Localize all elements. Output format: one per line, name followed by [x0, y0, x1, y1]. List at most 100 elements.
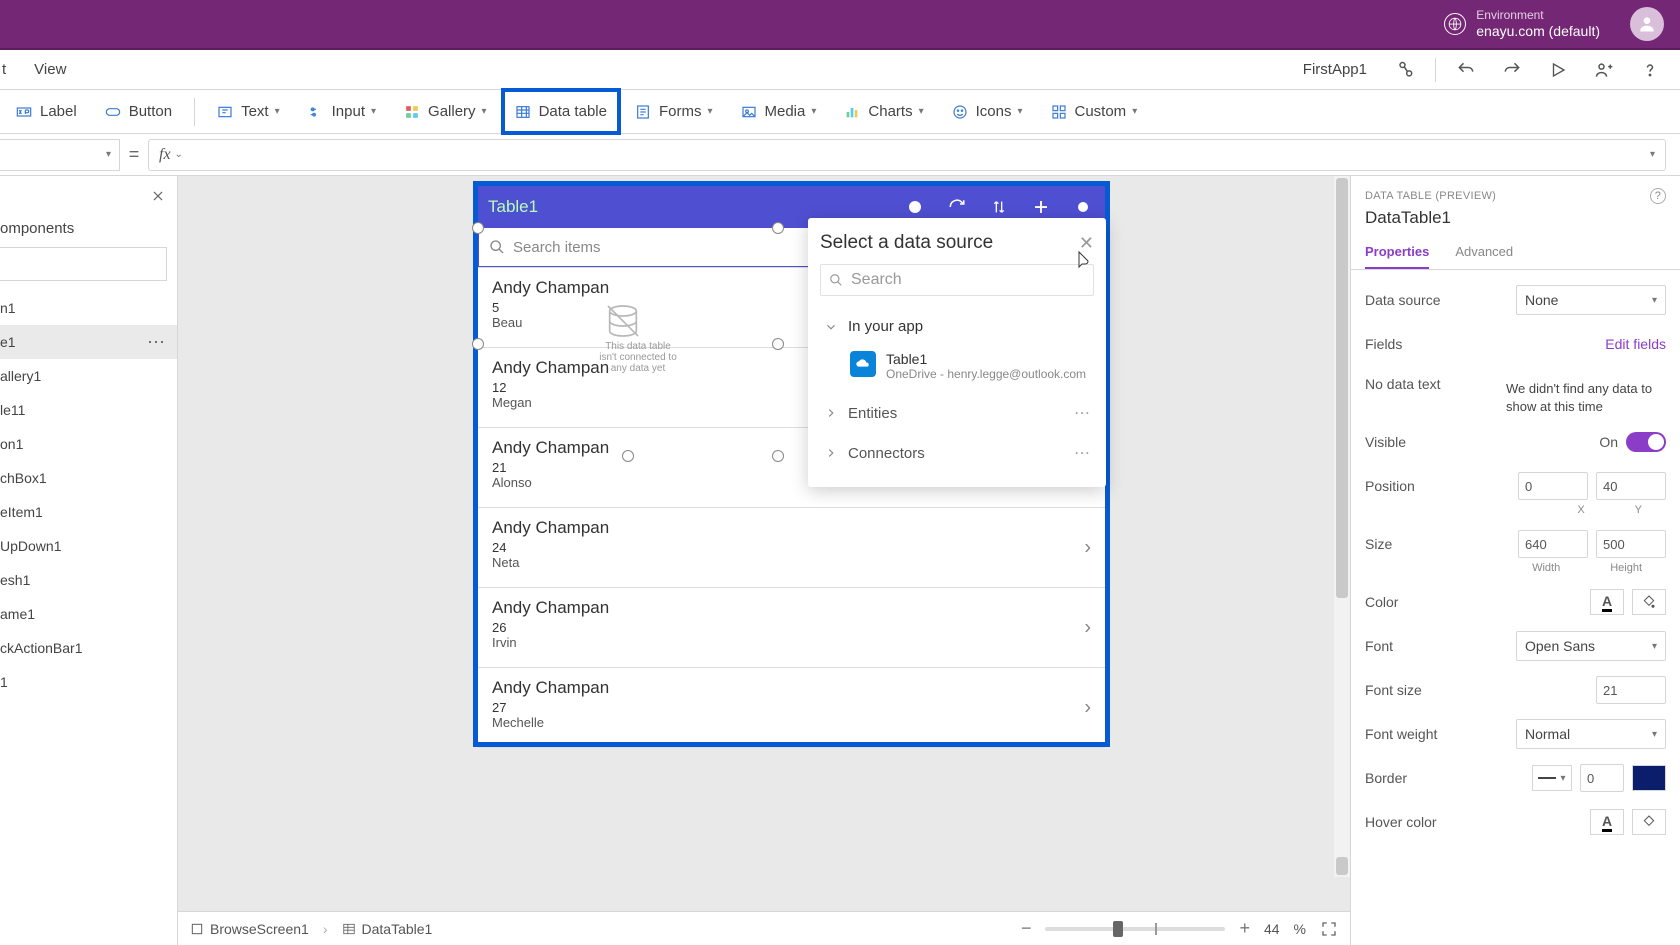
- zoom-slider[interactable]: [1045, 927, 1225, 931]
- data-source-select[interactable]: None▾: [1516, 285, 1666, 315]
- tree-item[interactable]: le11: [0, 393, 177, 427]
- no-data-text-input[interactable]: We didn't find any data to show at this …: [1506, 376, 1666, 420]
- user-avatar[interactable]: [1630, 7, 1664, 41]
- tree-item[interactable]: allery1: [0, 359, 177, 393]
- control-name[interactable]: DataTable1: [1365, 208, 1666, 228]
- more-icon[interactable]: ⋯: [1074, 403, 1090, 423]
- chevron-right-icon: ›: [1084, 696, 1091, 719]
- tab-advanced[interactable]: Advanced: [1455, 244, 1513, 269]
- menubar-view[interactable]: View: [34, 61, 66, 78]
- zoom-in-button[interactable]: +: [1239, 918, 1250, 939]
- chevron-right-icon: ›: [1084, 536, 1091, 559]
- border-width-input[interactable]: 0: [1580, 764, 1624, 792]
- environment-name: enayu.com (default): [1476, 23, 1600, 40]
- property-select[interactable]: ▾: [0, 139, 120, 171]
- formula-input[interactable]: fx⌄ ▾: [148, 139, 1666, 171]
- insert-charts[interactable]: Charts▾: [832, 90, 935, 133]
- zoom-out-button[interactable]: −: [1021, 918, 1032, 939]
- zoom-value: 44: [1264, 921, 1280, 937]
- breadcrumb-control[interactable]: DataTable1: [342, 921, 433, 937]
- edit-fields-link[interactable]: Edit fields: [1605, 336, 1666, 352]
- tree-item[interactable]: eItem1: [0, 495, 177, 529]
- connectors-section[interactable]: Connectors ⋯: [820, 433, 1094, 473]
- insert-forms[interactable]: Forms▾: [623, 90, 725, 133]
- canvas-app-title: Table1: [488, 197, 885, 217]
- more-icon[interactable]: ⋯: [1074, 443, 1090, 463]
- help-icon[interactable]: [1630, 50, 1670, 90]
- data-source-table1[interactable]: Table1 OneDrive - henry.legge@outlook.co…: [820, 345, 1094, 393]
- menubar-insert[interactable]: t: [2, 61, 6, 78]
- border-color-picker[interactable]: [1632, 765, 1666, 791]
- tab-properties[interactable]: Properties: [1365, 244, 1429, 269]
- properties-category: DATA TABLE (PREVIEW): [1365, 190, 1496, 202]
- sort-icon[interactable]: [987, 195, 1011, 219]
- insert-ribbon: Label Button Text▾ Input▾ Gallery▾ Data …: [0, 90, 1680, 134]
- insert-gallery[interactable]: Gallery▾: [392, 90, 499, 133]
- circle-icon[interactable]: [903, 195, 927, 219]
- fill-color-picker[interactable]: [1632, 589, 1666, 615]
- app-header: Environment enayu.com (default): [0, 0, 1680, 50]
- chevron-down-icon: [824, 320, 838, 334]
- entities-section[interactable]: Entities ⋯: [820, 393, 1094, 433]
- properties-panel: DATA TABLE (PREVIEW) ? DataTable1 Proper…: [1350, 176, 1680, 945]
- visible-toggle[interactable]: [1626, 432, 1666, 452]
- position-y-input[interactable]: 40: [1596, 472, 1666, 500]
- tree-search-input[interactable]: [0, 247, 167, 281]
- tree-item[interactable]: on1: [0, 427, 177, 461]
- hover-fill-color-picker[interactable]: [1632, 809, 1666, 835]
- position-x-input[interactable]: 0: [1518, 472, 1588, 500]
- undo-icon[interactable]: [1446, 50, 1486, 90]
- insert-custom[interactable]: Custom▾: [1039, 90, 1150, 133]
- tree-item[interactable]: UpDown1: [0, 529, 177, 563]
- app-name[interactable]: FirstApp1: [1303, 61, 1367, 78]
- components-label: omponents: [0, 216, 177, 247]
- hover-text-color-picker[interactable]: A: [1590, 809, 1624, 835]
- tree-item[interactable]: 1: [0, 665, 177, 699]
- environment-picker[interactable]: Environment enayu.com (default): [1444, 8, 1600, 39]
- insert-button[interactable]: Button: [93, 90, 184, 133]
- share-icon[interactable]: [1584, 50, 1624, 90]
- canvas-scrollbar[interactable]: [1334, 176, 1350, 877]
- size-width-input[interactable]: 640: [1518, 530, 1588, 558]
- close-icon[interactable]: ✕: [1079, 233, 1094, 254]
- font-size-input[interactable]: 21: [1596, 676, 1666, 704]
- insert-data-table[interactable]: Data table: [503, 90, 619, 133]
- tree-item[interactable]: ckActionBar1: [0, 631, 177, 665]
- health-check-icon[interactable]: [1385, 50, 1425, 90]
- add-icon[interactable]: [1029, 195, 1053, 219]
- refresh-icon[interactable]: [945, 195, 969, 219]
- insert-label[interactable]: Label: [4, 90, 89, 133]
- tree-item[interactable]: ame1: [0, 597, 177, 631]
- help-icon[interactable]: ?: [1650, 188, 1666, 204]
- in-your-app-section[interactable]: In your app: [820, 308, 1094, 345]
- font-weight-select[interactable]: Normal▾: [1516, 719, 1666, 749]
- gallery-item[interactable]: Andy Champan26Irvin›: [478, 588, 1105, 668]
- tree-item[interactable]: chBox1: [0, 461, 177, 495]
- tree-close-button[interactable]: [0, 176, 177, 216]
- insert-text[interactable]: Text▾: [205, 90, 292, 133]
- globe-icon: [1444, 13, 1466, 35]
- insert-icons[interactable]: Icons▾: [940, 90, 1035, 133]
- text-color-picker[interactable]: A: [1590, 589, 1624, 615]
- tree-item[interactable]: e1⋯: [0, 325, 177, 359]
- equals-label: =: [120, 144, 148, 165]
- fit-to-window-icon[interactable]: [1320, 920, 1338, 938]
- breadcrumb-screen[interactable]: BrowseScreen1: [190, 921, 309, 937]
- size-height-input[interactable]: 500: [1596, 530, 1666, 558]
- chevron-right-icon: [824, 446, 838, 460]
- insert-input[interactable]: Input▾: [296, 90, 388, 133]
- data-source-popup: Select a data source ✕ Search In your ap…: [808, 218, 1106, 487]
- data-source-search[interactable]: Search: [820, 264, 1094, 296]
- font-select[interactable]: Open Sans▾: [1516, 631, 1666, 661]
- gallery-item[interactable]: Andy Champan24Neta›: [478, 508, 1105, 588]
- handle-icon: [1071, 195, 1095, 219]
- insert-media[interactable]: Media▾: [729, 90, 829, 133]
- tree-item[interactable]: n1: [0, 291, 177, 325]
- search-icon: [489, 239, 505, 255]
- redo-icon[interactable]: [1492, 50, 1532, 90]
- tree-view-panel: omponents n1e1⋯allery1le11on1chBox1eItem…: [0, 176, 178, 945]
- gallery-item[interactable]: Andy Champan27Mechelle›: [478, 668, 1105, 748]
- play-icon[interactable]: [1538, 50, 1578, 90]
- tree-item[interactable]: esh1: [0, 563, 177, 597]
- border-style-select[interactable]: ▾: [1532, 765, 1572, 791]
